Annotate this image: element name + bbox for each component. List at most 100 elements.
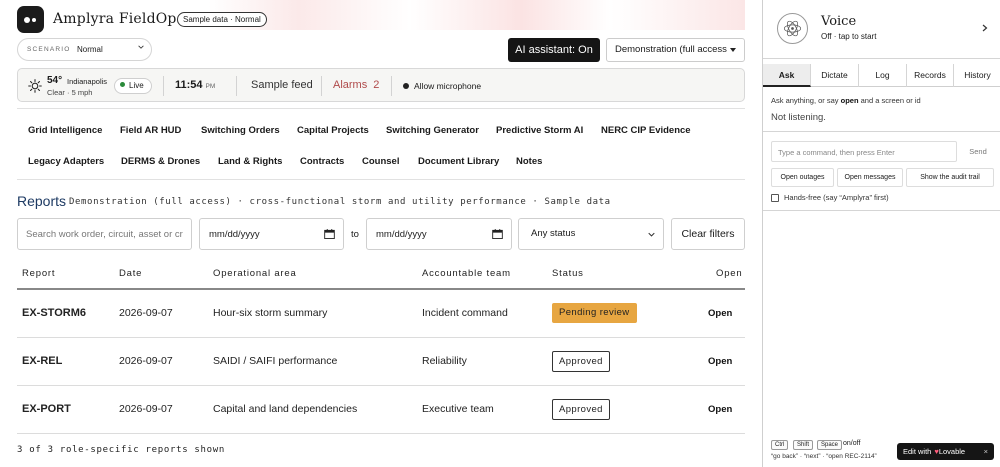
report-id: EX-STORM6	[22, 307, 86, 319]
lovable-brand: Lovable	[938, 447, 966, 456]
clock-time: 11:54	[175, 79, 203, 91]
tab-history[interactable]: History	[954, 64, 1000, 87]
weather-summary: Clear · 5 mph	[47, 88, 93, 97]
divider	[763, 131, 1000, 132]
calendar-icon[interactable]	[492, 229, 503, 239]
calendar-icon[interactable]	[324, 229, 335, 239]
status-filter-select[interactable]: Any status	[518, 218, 664, 250]
clock: 11:54 PM	[175, 79, 215, 91]
live-indicator[interactable]: Live	[114, 78, 152, 94]
nav-land-rights[interactable]: Land & Rights	[218, 156, 282, 167]
edit-with-lovable-badge[interactable]: Edit with ♥Lovable ×	[897, 443, 994, 460]
open-report-button[interactable]: Open	[708, 308, 732, 319]
report-id: EX-PORT	[22, 403, 71, 415]
chevron-down-icon	[138, 45, 144, 49]
sample-feed-label[interactable]: Sample feed	[251, 79, 313, 91]
open-report-button[interactable]: Open	[708, 356, 732, 367]
nav-counsel[interactable]: Counsel	[362, 156, 399, 167]
command-input[interactable]	[772, 143, 956, 162]
date-from-field[interactable]: mm/dd/yyyy	[199, 218, 344, 250]
row-divider	[17, 385, 745, 386]
voice-hint-keyword: open	[840, 96, 859, 105]
date-from-value: mm/dd/yyyy	[209, 229, 260, 240]
voice-hint-suffix: and a screen or id	[858, 96, 921, 105]
show-audit-trail-button[interactable]: Show the audit trail	[906, 168, 994, 187]
report-team: Executive team	[422, 403, 494, 415]
nav-field-ar-hud[interactable]: Field AR HUD	[120, 125, 181, 136]
access-mode-select[interactable]: Demonstration (full access)	[606, 38, 745, 62]
table-header-divider	[17, 288, 745, 290]
sun-icon	[28, 79, 42, 93]
nav-document-library[interactable]: Document Library	[418, 156, 499, 167]
nav-grid-intelligence[interactable]: Grid Intelligence	[28, 125, 102, 136]
voice-avatar-icon[interactable]	[777, 13, 808, 44]
command-field[interactable]	[771, 141, 957, 162]
nav-nerc-cip-evidence[interactable]: NERC CIP Evidence	[601, 125, 691, 136]
tab-log[interactable]: Log	[859, 64, 907, 87]
status-badge: Pending review	[552, 303, 637, 323]
report-team: Reliability	[422, 355, 467, 367]
column-header-date[interactable]: Date	[119, 268, 142, 279]
page-title: Reports	[17, 193, 67, 209]
date-range-to-label: to	[351, 229, 359, 240]
nav-switching-generator[interactable]: Switching Generator	[386, 125, 479, 136]
allow-microphone-button[interactable]: Allow microphone	[403, 81, 481, 91]
tab-ask[interactable]: Ask	[763, 64, 811, 87]
column-header-open: Open	[716, 268, 743, 279]
ai-assistant-toggle[interactable]: AI assistant: On	[508, 38, 600, 62]
city-name: Indianapolis	[67, 77, 108, 86]
access-mode-value: Demonstration (full access)	[615, 44, 727, 55]
listening-status: Not listening.	[771, 112, 826, 123]
open-messages-button[interactable]: Open messages	[837, 168, 903, 187]
report-date: 2026-09-07	[119, 403, 173, 415]
column-header-accountable-team[interactable]: Accountable team	[422, 268, 511, 279]
column-header-report[interactable]: Report	[22, 268, 55, 279]
report-date: 2026-09-07	[119, 307, 173, 319]
nav-notes[interactable]: Notes	[516, 156, 542, 167]
hands-free-checkbox[interactable]	[771, 194, 779, 202]
open-outages-button[interactable]: Open outages	[771, 168, 834, 187]
alarms-count: 2	[373, 79, 380, 91]
divider	[236, 76, 237, 96]
open-report-button[interactable]: Open	[708, 404, 732, 415]
divider	[163, 76, 164, 96]
main-app: Amplyra FieldOps Pro Sample data · Norma…	[0, 0, 762, 467]
column-header-operational-area[interactable]: Operational area	[213, 268, 297, 279]
report-id: EX-REL	[22, 355, 63, 367]
allow-microphone-label: Allow microphone	[414, 81, 482, 91]
send-button[interactable]: Send	[962, 141, 994, 162]
alarms-indicator[interactable]: Alarms 2	[333, 79, 379, 91]
key-space: Space	[817, 440, 843, 450]
chevron-right-icon[interactable]	[982, 24, 988, 32]
report-area: SAIDI / SAIFI performance	[213, 355, 338, 367]
row-divider	[17, 433, 745, 434]
clear-filters-button[interactable]: Clear filters	[671, 218, 745, 250]
nav-derms-drones[interactable]: DERMS & Drones	[121, 156, 200, 167]
divider	[763, 210, 1000, 211]
nav-legacy-adapters[interactable]: Legacy Adapters	[28, 156, 104, 167]
search-box[interactable]	[17, 218, 192, 250]
nav-predictive-storm-ai[interactable]: Predictive Storm AI	[496, 125, 583, 136]
column-header-status[interactable]: Status	[552, 268, 584, 279]
key-shift: Shift	[793, 440, 814, 450]
caret-down-icon	[730, 48, 736, 52]
close-icon[interactable]: ×	[984, 443, 988, 460]
nav-capital-projects[interactable]: Capital Projects	[297, 125, 369, 136]
nav-switching-orders[interactable]: Switching Orders	[201, 125, 280, 136]
tab-dictate[interactable]: Dictate	[811, 64, 859, 87]
hands-free-label[interactable]: Hands-free (say “Amplyra” first)	[784, 193, 889, 202]
search-input[interactable]	[18, 219, 191, 249]
voice-title: Voice	[821, 14, 857, 29]
tab-records[interactable]: Records	[907, 64, 954, 87]
chevron-down-icon	[648, 232, 655, 237]
app-logo[interactable]	[17, 6, 44, 33]
temperature: 54°	[47, 75, 63, 86]
voice-subtitle[interactable]: Off · tap to start	[821, 32, 876, 41]
scenario-select[interactable]: SCENARIO Normal	[17, 38, 152, 61]
nav-contracts[interactable]: Contracts	[300, 156, 344, 167]
report-date: 2026-09-07	[119, 355, 173, 367]
date-to-field[interactable]: mm/dd/yyyy	[366, 218, 512, 250]
lovable-prefix: Edit with	[903, 447, 932, 456]
page-subtitle: Demonstration (full access) · cross-func…	[69, 197, 611, 207]
report-team: Incident command	[422, 307, 508, 319]
